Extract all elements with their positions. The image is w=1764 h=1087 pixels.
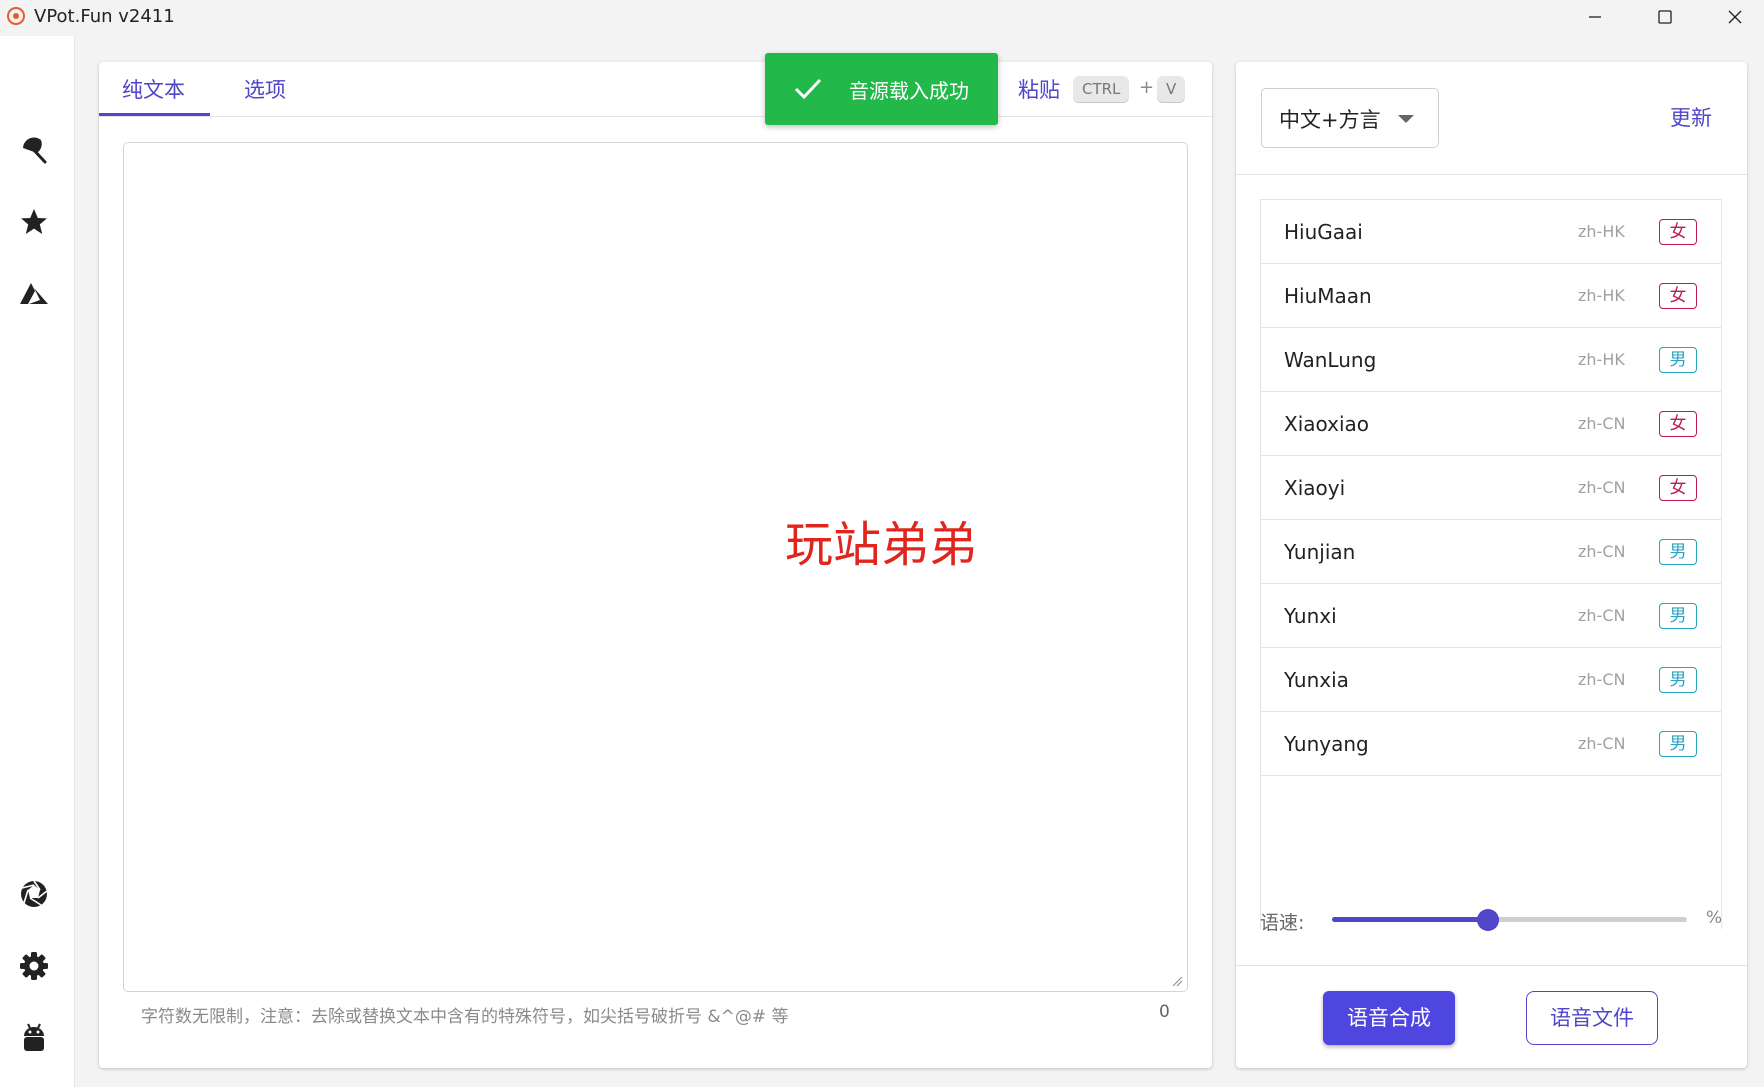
azure-icon — [20, 283, 48, 304]
maximize-button[interactable] — [1630, 0, 1700, 34]
toast-message: 音源载入成功 — [849, 79, 969, 103]
voice-locale: zh-HK — [1578, 222, 1625, 241]
voice-name: HiuGaai — [1284, 220, 1363, 244]
nav-azure[interactable] — [16, 276, 52, 312]
check-icon — [794, 78, 822, 100]
tab-plain-text[interactable]: 纯文本 — [122, 74, 185, 104]
voice-item[interactable]: HiuGaai zh-HK 女 — [1261, 200, 1721, 264]
gender-badge: 男 — [1659, 603, 1697, 629]
voice-item[interactable]: WanLung zh-HK 男 — [1261, 328, 1721, 392]
close-button[interactable] — [1700, 0, 1764, 34]
speed-slider-fill — [1332, 917, 1489, 922]
voice-locale: zh-HK — [1578, 350, 1625, 369]
voice-locale: zh-CN — [1578, 606, 1626, 625]
maximize-icon — [1658, 10, 1672, 24]
voice-item[interactable]: Xiaoyi zh-CN 女 — [1261, 456, 1721, 520]
voice-item[interactable]: HiuMaan zh-HK 女 — [1261, 264, 1721, 328]
voice-locale: zh-CN — [1578, 414, 1626, 433]
update-button[interactable]: 更新 — [1670, 102, 1712, 132]
speed-slider[interactable] — [1332, 909, 1687, 931]
speed-unit: % — [1706, 908, 1723, 928]
resize-grip-icon[interactable] — [1171, 975, 1183, 987]
speed-label: 语速: — [1260, 912, 1305, 934]
watermark-text: 玩站弟弟 — [785, 517, 978, 573]
voice-name: Yunyang — [1284, 732, 1369, 756]
voice-list: HiuGaai zh-HK 女 HiuMaan zh-HK 女 WanLung zh-HK 男 X… — [1260, 199, 1722, 929]
aperture-icon — [21, 880, 48, 907]
left-nav — [0, 36, 75, 1087]
divider — [1236, 174, 1747, 175]
minimize-icon — [1589, 16, 1601, 18]
tab-options[interactable]: 选项 — [244, 74, 286, 104]
success-toast: 音源载入成功 — [765, 53, 998, 125]
text-panel: 纯文本 选项 粘贴 CTRL + V 字符数无限制，注意：去除或替换文本中含有的… — [99, 62, 1212, 1068]
voice-name: Xiaoxiao — [1284, 412, 1370, 436]
voice-name: Yunjian — [1284, 540, 1356, 564]
key-plus: + — [1139, 77, 1155, 98]
paste-button[interactable]: 粘贴 — [1018, 74, 1060, 104]
gender-badge: 男 — [1659, 539, 1697, 565]
voice-locale: zh-CN — [1578, 478, 1626, 497]
umbrella-icon — [23, 137, 47, 164]
close-icon — [1728, 10, 1742, 24]
app-logo-icon — [7, 7, 25, 25]
voice-name: Yunxia — [1284, 668, 1349, 692]
tab-bar: 纯文本 选项 粘贴 CTRL + V — [99, 62, 1212, 117]
text-input-area[interactable] — [123, 142, 1188, 992]
gender-badge: 男 — [1659, 731, 1697, 757]
voice-name: Xiaoyi — [1284, 476, 1346, 500]
v-key-hint: V — [1157, 76, 1186, 102]
voice-item[interactable]: Yunxi zh-CN 男 — [1261, 584, 1721, 648]
voice-panel: 中文+方言 更新 HiuGaai zh-HK 女 HiuMaan zh-HK 女 WanLu… — [1236, 62, 1747, 1068]
voice-item[interactable]: Yunxia zh-CN 男 — [1261, 648, 1721, 712]
android-icon — [24, 1023, 44, 1051]
window-title: VPot.Fun v2411 — [34, 6, 175, 27]
voice-file-button[interactable]: 语音文件 — [1526, 991, 1658, 1045]
gender-badge: 女 — [1659, 219, 1697, 245]
nav-favorites[interactable] — [16, 204, 52, 240]
gender-badge: 女 — [1659, 475, 1697, 501]
language-select[interactable]: 中文+方言 — [1261, 88, 1439, 148]
language-select-value: 中文+方言 — [1279, 108, 1381, 132]
nav-settings[interactable] — [16, 948, 52, 984]
star-icon — [21, 209, 47, 234]
voice-item[interactable]: Yunjian zh-CN 男 — [1261, 520, 1721, 584]
caret-down-icon — [1398, 115, 1414, 123]
gender-badge: 女 — [1659, 411, 1697, 437]
nav-umbrella[interactable] — [16, 132, 52, 168]
title-bar: VPot.Fun v2411 — [0, 0, 1764, 36]
divider — [1236, 965, 1747, 966]
gender-badge: 男 — [1659, 667, 1697, 693]
voice-locale: zh-CN — [1578, 734, 1626, 753]
input-hint: 字符数无限制，注意：去除或替换文本中含有的特殊符号，如尖括号破折号 &^@# 等 — [141, 1007, 789, 1027]
gender-badge: 女 — [1659, 283, 1697, 309]
settings-icon — [20, 952, 48, 980]
active-tab-indicator — [99, 113, 210, 116]
voice-locale: zh-CN — [1578, 670, 1626, 689]
gender-badge: 男 — [1659, 347, 1697, 373]
voice-locale: zh-CN — [1578, 542, 1626, 561]
voice-name: WanLung — [1284, 348, 1377, 372]
voice-locale: zh-HK — [1578, 286, 1625, 305]
nav-android[interactable] — [16, 1020, 52, 1056]
voice-item[interactable]: Yunyang zh-CN 男 — [1261, 712, 1721, 776]
char-count: 0 — [1159, 1002, 1170, 1022]
voice-item[interactable]: Xiaoxiao zh-CN 女 — [1261, 392, 1721, 456]
voice-name: HiuMaan — [1284, 284, 1372, 308]
ctrl-key-hint: CTRL — [1073, 76, 1130, 102]
synthesize-button[interactable]: 语音合成 — [1323, 991, 1455, 1045]
minimize-button[interactable] — [1560, 0, 1630, 34]
nav-aperture[interactable] — [16, 876, 52, 912]
voice-name: Yunxi — [1284, 604, 1337, 628]
